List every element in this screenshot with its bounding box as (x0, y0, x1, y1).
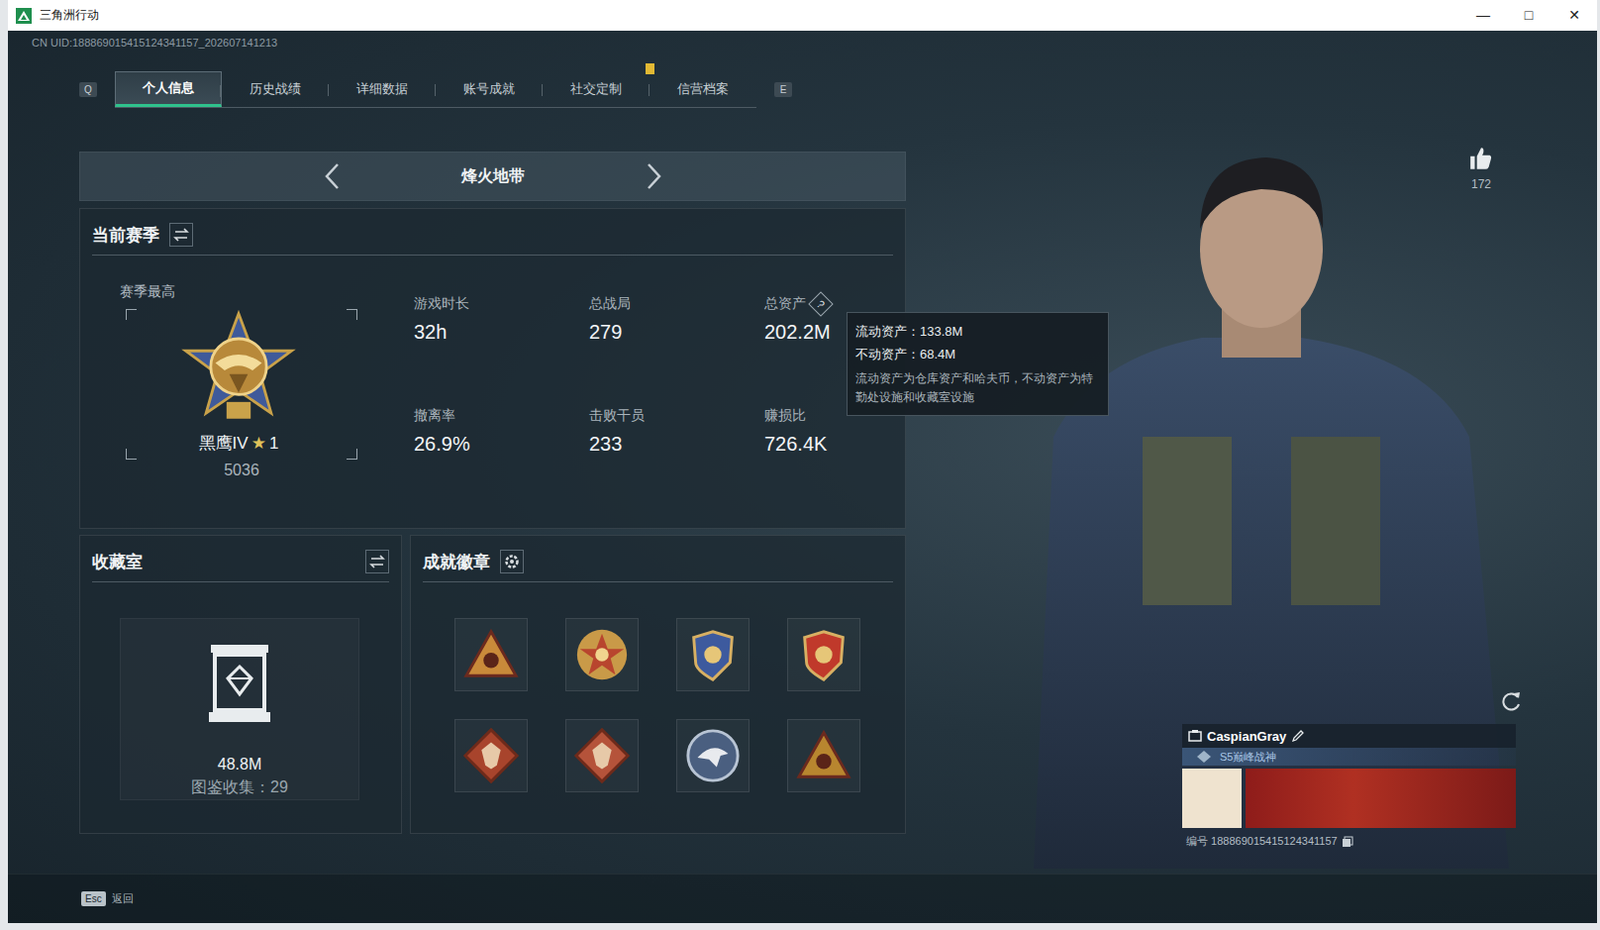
rank-emblem-icon (176, 308, 301, 430)
asset-tooltip: 流动资产：133.8M不动资产：68.4M流动资产为仓库资产和哈夫币，不动资产为… (846, 311, 1109, 416)
tab[interactable]: 社交定制 (542, 71, 650, 107)
tab-bar: Q 个人信息历史战绩详细数据账号成就社交定制信营档案 E (79, 71, 906, 107)
desktop: 三角洲行动 —□✕CN UID:188869015415124341157_202… (0, 0, 1600, 930)
window-control-button[interactable]: — (1460, 0, 1506, 31)
like-counter[interactable]: 172 (1468, 145, 1495, 192)
badge[interactable] (454, 718, 528, 793)
stat-item: 击败干员233 (589, 406, 765, 516)
title-bar: 三角洲行动 —□✕ (7, 0, 1598, 31)
badge[interactable] (565, 617, 639, 692)
prev-tab-key[interactable]: Q (79, 82, 98, 98)
display-case-icon (204, 640, 275, 724)
swap-icon[interactable] (169, 222, 194, 247)
rank-block: 赛季最高黑鹰IV★15036 (119, 255, 358, 516)
badges-panel: 成就徽章 (409, 534, 906, 834)
back-label[interactable]: 返回 (111, 891, 134, 906)
swap-icon[interactable] (365, 549, 390, 574)
tab[interactable]: 信营档案 (649, 71, 757, 107)
tab[interactable]: 个人信息 (114, 71, 222, 107)
refresh-icon[interactable] (1500, 689, 1524, 713)
chevron-left-icon[interactable] (322, 161, 343, 192)
tab[interactable]: 详细数据 (328, 71, 436, 107)
chevron-right-icon[interactable] (643, 161, 664, 192)
achievement-badge-icon (462, 625, 520, 684)
achievement-badge-icon (795, 726, 853, 785)
name-card[interactable]: CaspianGrayS5巅峰战神编号 18886901541512434115… (1182, 723, 1516, 849)
uid-text: CN UID:188869015415124341157_20260714121… (7, 30, 1598, 51)
achievement-badge-icon (462, 726, 520, 785)
badge[interactable] (454, 617, 528, 692)
game-screen: CN UID:188869015415124341157_20260714121… (7, 30, 1598, 923)
gear-icon[interactable] (500, 549, 524, 574)
tab[interactable]: 账号成就 (435, 71, 543, 107)
id-card-icon (1188, 728, 1202, 743)
achievement-badge-icon (795, 625, 853, 684)
banner-image (1245, 768, 1516, 828)
stat-item: 游戏时长32h (413, 295, 590, 407)
achievement-badge-icon (684, 726, 742, 785)
window-control-button[interactable]: ✕ (1551, 0, 1598, 31)
collection-panel: 收藏室48.8M图鉴收集：29 (79, 534, 402, 834)
mode-title: 烽火地带 (453, 166, 533, 188)
stat-item: 总战局279 (589, 295, 765, 407)
badge[interactable] (676, 718, 750, 793)
achievement-badge-icon (573, 625, 631, 684)
panel-title: 当前赛季 (92, 223, 160, 247)
achievement-badge-icon (684, 625, 742, 684)
footer-bar: Esc 返回 (7, 873, 1598, 923)
window-title: 三角洲行动 (39, 6, 100, 24)
achievement-badge-icon (573, 726, 631, 785)
thumbs-up-icon (1468, 145, 1495, 172)
stat-item: 赚损比726.4K (764, 406, 933, 516)
help-icon[interactable]: ? (807, 291, 833, 316)
copy-icon[interactable] (1341, 835, 1354, 848)
app-logo-icon (15, 7, 32, 24)
badge[interactable] (565, 718, 639, 793)
season-panel: 当前赛季赛季最高黑鹰IV★15036游戏时长32h总战局279总资产?202.2… (79, 207, 906, 529)
tab[interactable]: 历史战绩 (221, 71, 329, 107)
window-control-button[interactable]: □ (1505, 0, 1552, 31)
game-window: 三角洲行动 —□✕CN UID:188869015415124341157_202… (7, 0, 1598, 923)
badge[interactable] (787, 617, 861, 692)
badge[interactable] (676, 617, 750, 692)
stat-item: 撤离率26.9% (413, 406, 590, 516)
title-frame-icon (1196, 749, 1212, 764)
mode-selector: 烽火地带 (79, 151, 906, 201)
notice-badge (645, 63, 655, 75)
avatar-image (1182, 768, 1242, 828)
back-key[interactable]: Esc (81, 891, 106, 906)
badge[interactable] (787, 718, 861, 793)
next-tab-key[interactable]: E (774, 82, 793, 98)
edit-icon[interactable] (1291, 728, 1305, 743)
